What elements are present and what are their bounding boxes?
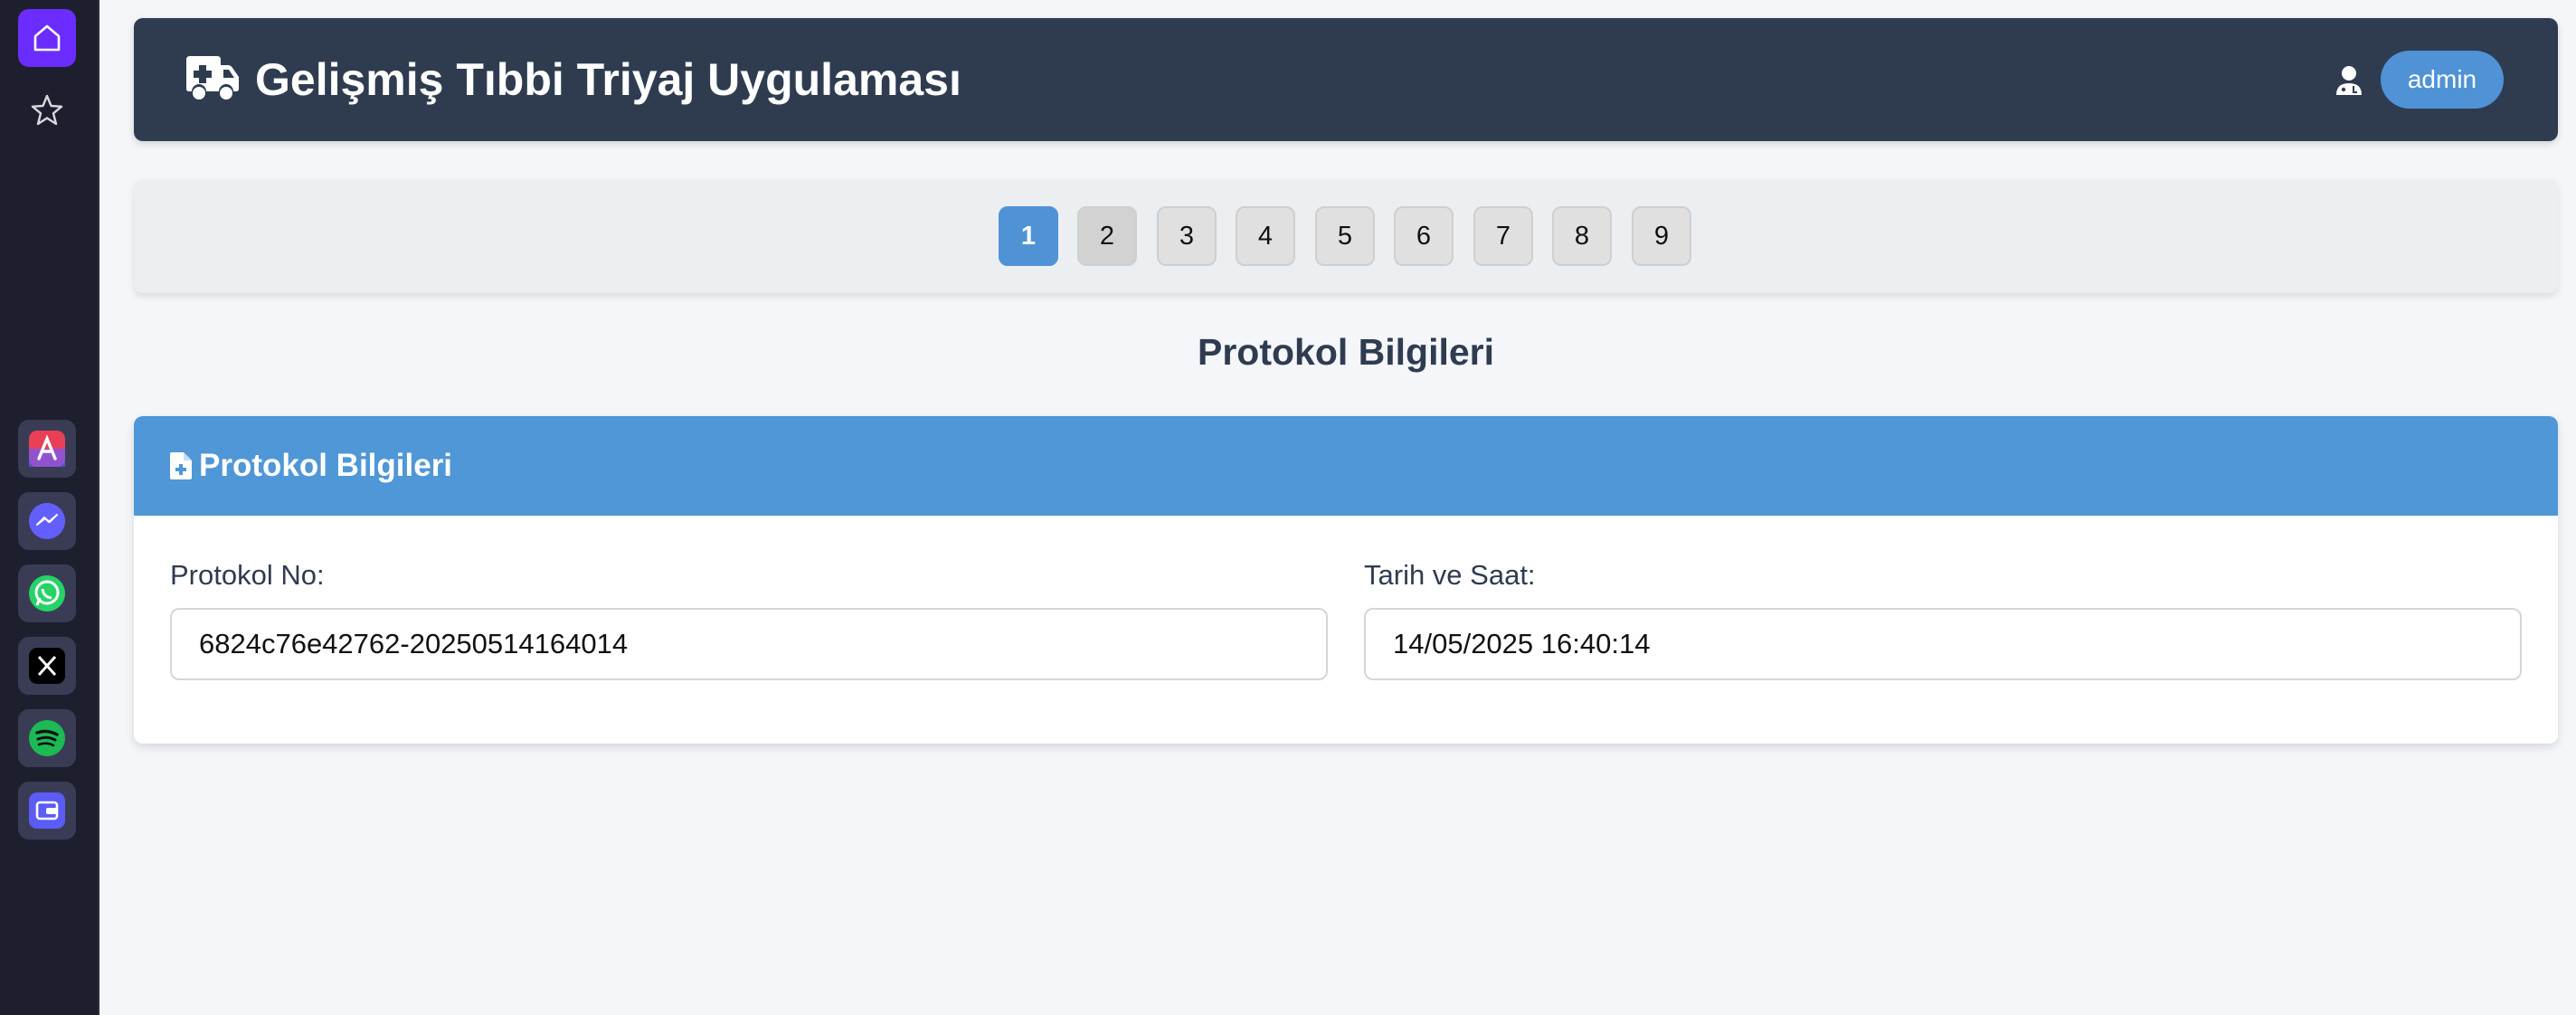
page-title: Protokol Bilgileri [1197, 331, 1495, 373]
x-icon[interactable] [18, 637, 76, 695]
wallet-icon[interactable] [18, 782, 76, 840]
medical-file-icon [170, 452, 192, 484]
pencil-app-icon[interactable] [18, 420, 76, 478]
page-button-5[interactable]: 5 [1315, 206, 1375, 266]
app-dock [0, 0, 99, 1015]
whatsapp-icon[interactable] [18, 564, 76, 622]
card-header: Protokol Bilgileri [134, 416, 2558, 516]
protocol-no-input[interactable] [170, 608, 1328, 680]
page-button-3[interactable]: 3 [1157, 206, 1217, 266]
date-time-input[interactable] [1364, 608, 2522, 680]
page-button-9[interactable]: 9 [1632, 206, 1691, 266]
user-menu-button[interactable]: admin [2381, 51, 2504, 109]
page-button-1[interactable]: 1 [999, 206, 1058, 266]
messenger-icon[interactable] [18, 492, 76, 550]
page-button-8[interactable]: 8 [1552, 206, 1612, 266]
page-button-7[interactable]: 7 [1473, 206, 1533, 266]
protocol-no-label: Protokol No: [170, 559, 325, 591]
page-button-2[interactable]: 2 [1077, 206, 1137, 266]
home-icon[interactable] [18, 9, 76, 67]
page-button-6[interactable]: 6 [1394, 206, 1454, 266]
date-time-label: Tarih ve Saat: [1364, 559, 1536, 591]
step-pagination: 1 2 3 4 5 6 7 8 9 [134, 179, 2558, 293]
protocol-card: Protokol Bilgileri Protokol No: Tarih ve… [134, 416, 2558, 744]
doctor-user-icon [2335, 65, 2363, 100]
page-button-4[interactable]: 4 [1236, 206, 1295, 266]
card-title: Protokol Bilgileri [199, 448, 453, 483]
star-icon[interactable] [18, 81, 76, 139]
ambulance-icon [185, 54, 241, 106]
spotify-icon[interactable] [18, 709, 76, 767]
app-title: Gelişmiş Tıbbi Triyaj Uygulaması [255, 54, 961, 105]
app-header: Gelişmiş Tıbbi Triyaj Uygulaması admin [134, 18, 2558, 141]
